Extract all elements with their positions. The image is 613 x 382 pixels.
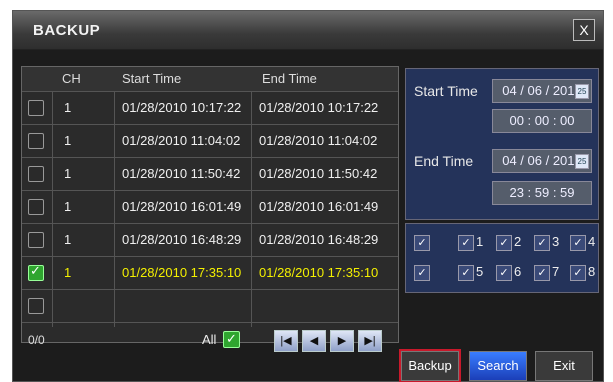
row-end-time: 01/28/2010 17:35:10	[259, 265, 379, 280]
table-row[interactable]: 1 01/28/2010 10:17:22 01/28/2010 10:17:2…	[22, 92, 398, 125]
row-end-time: 01/28/2010 11:04:02	[259, 133, 378, 148]
end-time-label: End Time	[414, 153, 474, 169]
end-date-field[interactable]: 04 / 06 / 2010 25	[492, 149, 592, 173]
window-title: BACKUP	[33, 22, 101, 39]
prev-page-icon[interactable]: ◀	[302, 330, 326, 352]
table-header: CH Start Time End Time	[22, 67, 398, 92]
channel-checkbox[interactable]: ✓ 1	[458, 234, 483, 251]
end-date-value: 04 / 06 / 2010	[502, 153, 582, 168]
row-start-time: 01/28/2010 16:01:49	[122, 199, 242, 214]
table-row[interactable]: 1 01/28/2010 11:04:02 01/28/2010 11:04:0…	[22, 125, 398, 158]
row-start-time: 01/28/2010 11:50:42	[122, 166, 241, 181]
channel-selector: ✓ ✓ 1 ✓ 2 ✓ 3 ✓ 4 ✓ ✓ 5 ✓ 6 ✓ 7 ✓ 8	[405, 223, 599, 293]
row-checkbox-checked[interactable]	[28, 263, 44, 281]
channel-all-checkbox[interactable]: ✓	[414, 234, 432, 251]
search-button[interactable]: Search	[469, 351, 527, 381]
column-header-start: Start Time	[122, 71, 182, 86]
next-page-icon[interactable]: ▶	[330, 330, 354, 352]
channel-checkbox[interactable]: ✓ 8	[570, 264, 595, 281]
row-channel: 1	[64, 100, 72, 115]
channel-checkbox[interactable]: ✓ 6	[496, 264, 521, 281]
row-channel: 1	[64, 265, 72, 280]
column-header-ch: CH	[62, 71, 81, 86]
row-checkbox[interactable]	[28, 232, 44, 248]
row-end-time: 01/28/2010 11:50:42	[259, 166, 378, 181]
calendar-icon[interactable]: 25	[575, 154, 589, 169]
row-channel: 1	[64, 166, 72, 181]
row-end-time: 01/28/2010 16:48:29	[259, 232, 379, 247]
table-row-selected[interactable]: 1 01/28/2010 17:35:10 01/28/2010 17:35:1…	[22, 257, 398, 290]
row-start-time: 01/28/2010 17:35:10	[122, 265, 242, 280]
table-row-empty[interactable]	[22, 290, 398, 323]
backup-window: BACKUP X CH Start Time End Time 1 01/28/…	[12, 10, 604, 382]
select-all-checkbox[interactable]: ✓	[223, 331, 240, 348]
row-start-time: 01/28/2010 10:17:22	[122, 100, 242, 115]
calendar-icon[interactable]: 25	[575, 84, 589, 99]
channel-checkbox[interactable]: ✓ 5	[458, 264, 483, 281]
start-time-label: Start Time	[414, 83, 478, 99]
row-checkbox[interactable]	[28, 133, 44, 149]
channel-checkbox[interactable]: ✓ 3	[534, 234, 559, 251]
start-time-field[interactable]: 00 : 00 : 00	[492, 109, 592, 133]
column-header-end: End Time	[262, 71, 317, 86]
time-filter-panel: Start Time 04 / 06 / 2010 25 00 : 00 : 0…	[405, 68, 599, 220]
channel-all-checkbox[interactable]: ✓	[414, 264, 432, 281]
row-checkbox[interactable]	[28, 199, 44, 215]
row-checkbox[interactable]	[28, 298, 44, 314]
channel-checkbox[interactable]: ✓ 2	[496, 234, 521, 251]
start-date-field[interactable]: 04 / 06 / 2010 25	[492, 79, 592, 103]
table-row[interactable]: 1 01/28/2010 16:01:49 01/28/2010 16:01:4…	[22, 191, 398, 224]
row-end-time: 01/28/2010 16:01:49	[259, 199, 379, 214]
select-all-label: All	[202, 332, 217, 347]
channel-checkbox[interactable]: ✓ 4	[570, 234, 595, 251]
row-start-time: 01/28/2010 11:04:02	[122, 133, 241, 148]
row-checkbox[interactable]	[28, 166, 44, 182]
row-end-time: 01/28/2010 10:17:22	[259, 100, 379, 115]
table-footer: 0/0 All ✓ |◀ ◀ ▶ ▶|	[22, 323, 398, 359]
close-icon[interactable]: X	[573, 19, 595, 41]
start-date-value: 04 / 06 / 2010	[502, 83, 582, 98]
table-row[interactable]: 1 01/28/2010 11:50:42 01/28/2010 11:50:4…	[22, 158, 398, 191]
first-page-icon[interactable]: |◀	[274, 330, 298, 352]
row-channel: 1	[64, 133, 72, 148]
channel-checkbox[interactable]: ✓ 7	[534, 264, 559, 281]
table-row[interactable]: 1 01/28/2010 16:48:29 01/28/2010 16:48:2…	[22, 224, 398, 257]
title-bar: BACKUP X	[13, 11, 603, 50]
page-count: 0/0	[28, 333, 45, 347]
exit-button[interactable]: Exit	[535, 351, 593, 381]
row-channel: 1	[64, 199, 72, 214]
row-start-time: 01/28/2010 16:48:29	[122, 232, 242, 247]
row-checkbox[interactable]	[28, 100, 44, 116]
row-channel: 1	[64, 232, 72, 247]
recordings-table: CH Start Time End Time 1 01/28/2010 10:1…	[21, 66, 399, 352]
end-time-field[interactable]: 23 : 59 : 59	[492, 181, 592, 205]
backup-button[interactable]: Backup	[399, 349, 461, 382]
last-page-icon[interactable]: ▶|	[358, 330, 382, 352]
